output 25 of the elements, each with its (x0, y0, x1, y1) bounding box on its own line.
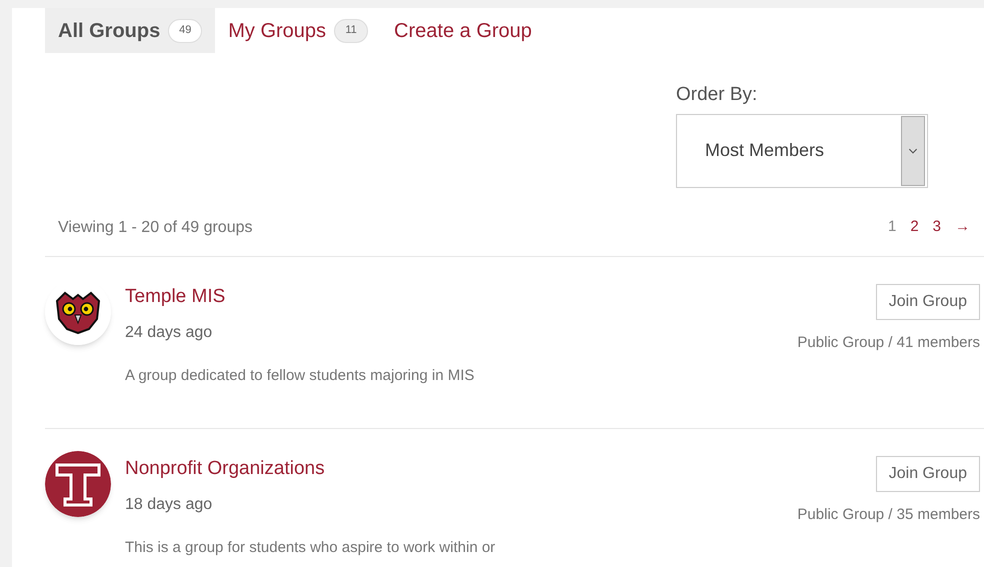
group-age: 18 days ago (125, 495, 214, 515)
count-badge: 11 (334, 18, 368, 42)
group-meta: Public Group / 35 members (797, 504, 980, 524)
order-by-select[interactable]: Most Members (676, 114, 928, 188)
tab[interactable]: My Groups 11 (215, 8, 382, 53)
page-link[interactable]: 3 (932, 216, 941, 239)
tab[interactable]: All Groups 49 (45, 8, 216, 53)
join-group-button[interactable]: Join Group (876, 456, 980, 492)
join-group-button[interactable]: Join Group (876, 284, 980, 320)
letter-logo-avatar (45, 450, 111, 516)
group-name[interactable]: Temple MIS (125, 282, 798, 311)
group-age: 24 days ago (125, 323, 214, 343)
viewing-count: Viewing 1 - 20 of 49 groups (57, 218, 252, 238)
group-name[interactable]: Nonprofit Organizations (125, 454, 798, 483)
group-description: This is a group for students who aspire to work within or (125, 538, 496, 558)
page-link[interactable]: 1 (888, 216, 896, 239)
count-badge: 49 (168, 18, 202, 42)
order-by-label: Order By: (676, 83, 758, 107)
page-link[interactable]: 2 (910, 216, 919, 239)
group-meta: Public Group / 41 members (797, 332, 980, 352)
owl-logo-avatar (45, 278, 111, 344)
chevron-down-icon (901, 116, 925, 186)
tab[interactable]: Create a Group (381, 8, 545, 53)
group-description: A group dedicated to fellow students majoring in MIS (125, 366, 476, 386)
page-link[interactable]: → (955, 216, 970, 239)
